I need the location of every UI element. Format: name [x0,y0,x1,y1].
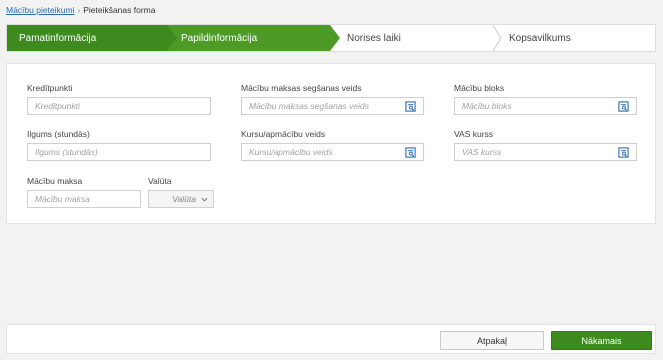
field-vas-kurss: VAS kurss VAS kurss [454,129,637,161]
lookup-icon[interactable] [405,100,416,112]
lookup-icon[interactable] [618,100,629,112]
input-placeholder: Mācību maksas segšanas veids [249,101,370,111]
field-valuta: Valūta Valūta [148,176,214,208]
wizard-step-kopsavilkums[interactable]: Kopsavilkums [494,25,655,51]
step-separator-icon [492,25,502,51]
input-placeholder: Mācību maksa [35,194,90,204]
wizard-step-label: Papildinformācija [181,32,258,44]
step-arrow-icon [167,25,177,51]
wizard-step-label: Pamatinformācija [19,32,97,44]
next-button[interactable]: Nākamais [551,331,652,350]
footer-bar: Atpakaļ Nākamais [6,324,656,354]
vas-kurss-lookup[interactable]: VAS kurss [454,143,637,161]
field-label: Mācību maksa [27,176,83,186]
form-card: Kredītpunkti Kredītpunkti Mācību maksas … [6,63,656,224]
maksas-veids-lookup[interactable]: Mācību maksas segšanas veids [241,97,424,115]
wizard-step-label: Kopsavilkums [509,32,571,44]
wizard-step-label: Norises laiki [347,32,401,44]
input-placeholder: VAS kurss [462,147,502,157]
field-ilgums: Ilgums (stundās) Ilgums (stundās) [27,129,211,161]
field-label: Mācību bloks [454,83,505,93]
input-placeholder: Kursu/apmācību veids [249,147,333,157]
kursu-veids-lookup[interactable]: Kursu/apmācību veids [241,143,424,161]
field-label: Mācību maksas segšanas veids [241,83,362,93]
field-label: Kursu/apmācību veids [241,129,326,139]
input-placeholder: Mācību bloks [462,101,512,111]
wizard-steps: Pamatinformācija Papildinformācija Noris… [6,24,656,52]
lookup-icon[interactable] [618,146,629,158]
field-label: VAS kurss [454,129,494,139]
back-button[interactable]: Atpakaļ [440,331,544,350]
input-placeholder: Kredītpunkti [35,101,80,111]
field-macibu-maksa: Mācību maksa Mācību maksa [27,176,141,208]
input-placeholder: Ilgums (stundās) [35,147,98,157]
kreditpunkti-input[interactable]: Kredītpunkti [27,97,211,115]
field-kreditpunkti: Kredītpunkti Kredītpunkti [27,83,211,115]
breadcrumb-link-macibu-pieteikumi[interactable]: Mācību pieteikumi [6,5,75,15]
macibu-maksa-input[interactable]: Mācību maksa [27,190,141,208]
field-label: Ilgums (stundās) [27,129,90,139]
breadcrumb: Mācību pieteikumi › Pieteikšanas forma [6,4,155,16]
step-arrow-icon [330,25,340,51]
select-value: Valūta [172,194,196,204]
breadcrumb-separator: › [77,5,81,15]
field-label: Valūta [148,176,172,186]
field-maksas-veids: Mācību maksas segšanas veids Mācību maks… [241,83,424,115]
field-kursu-veids: Kursu/apmācību veids Kursu/apmācību veid… [241,129,424,161]
macibu-bloks-lookup[interactable]: Mācību bloks [454,97,637,115]
wizard-step-norises-laiki[interactable]: Norises laiki [330,25,494,51]
ilgums-input[interactable]: Ilgums (stundās) [27,143,211,161]
wizard-step-pamatinformacija[interactable]: Pamatinformācija [7,25,167,51]
field-label: Kredītpunkti [27,83,73,93]
field-macibu-bloks: Mācību bloks Mācību bloks [454,83,637,115]
lookup-icon[interactable] [405,146,416,158]
breadcrumb-current: Pieteikšanas forma [83,5,156,15]
valuta-select[interactable]: Valūta [148,190,214,208]
chevron-down-icon [201,197,208,201]
wizard-step-papildinformacija[interactable]: Papildinformācija [167,25,330,51]
